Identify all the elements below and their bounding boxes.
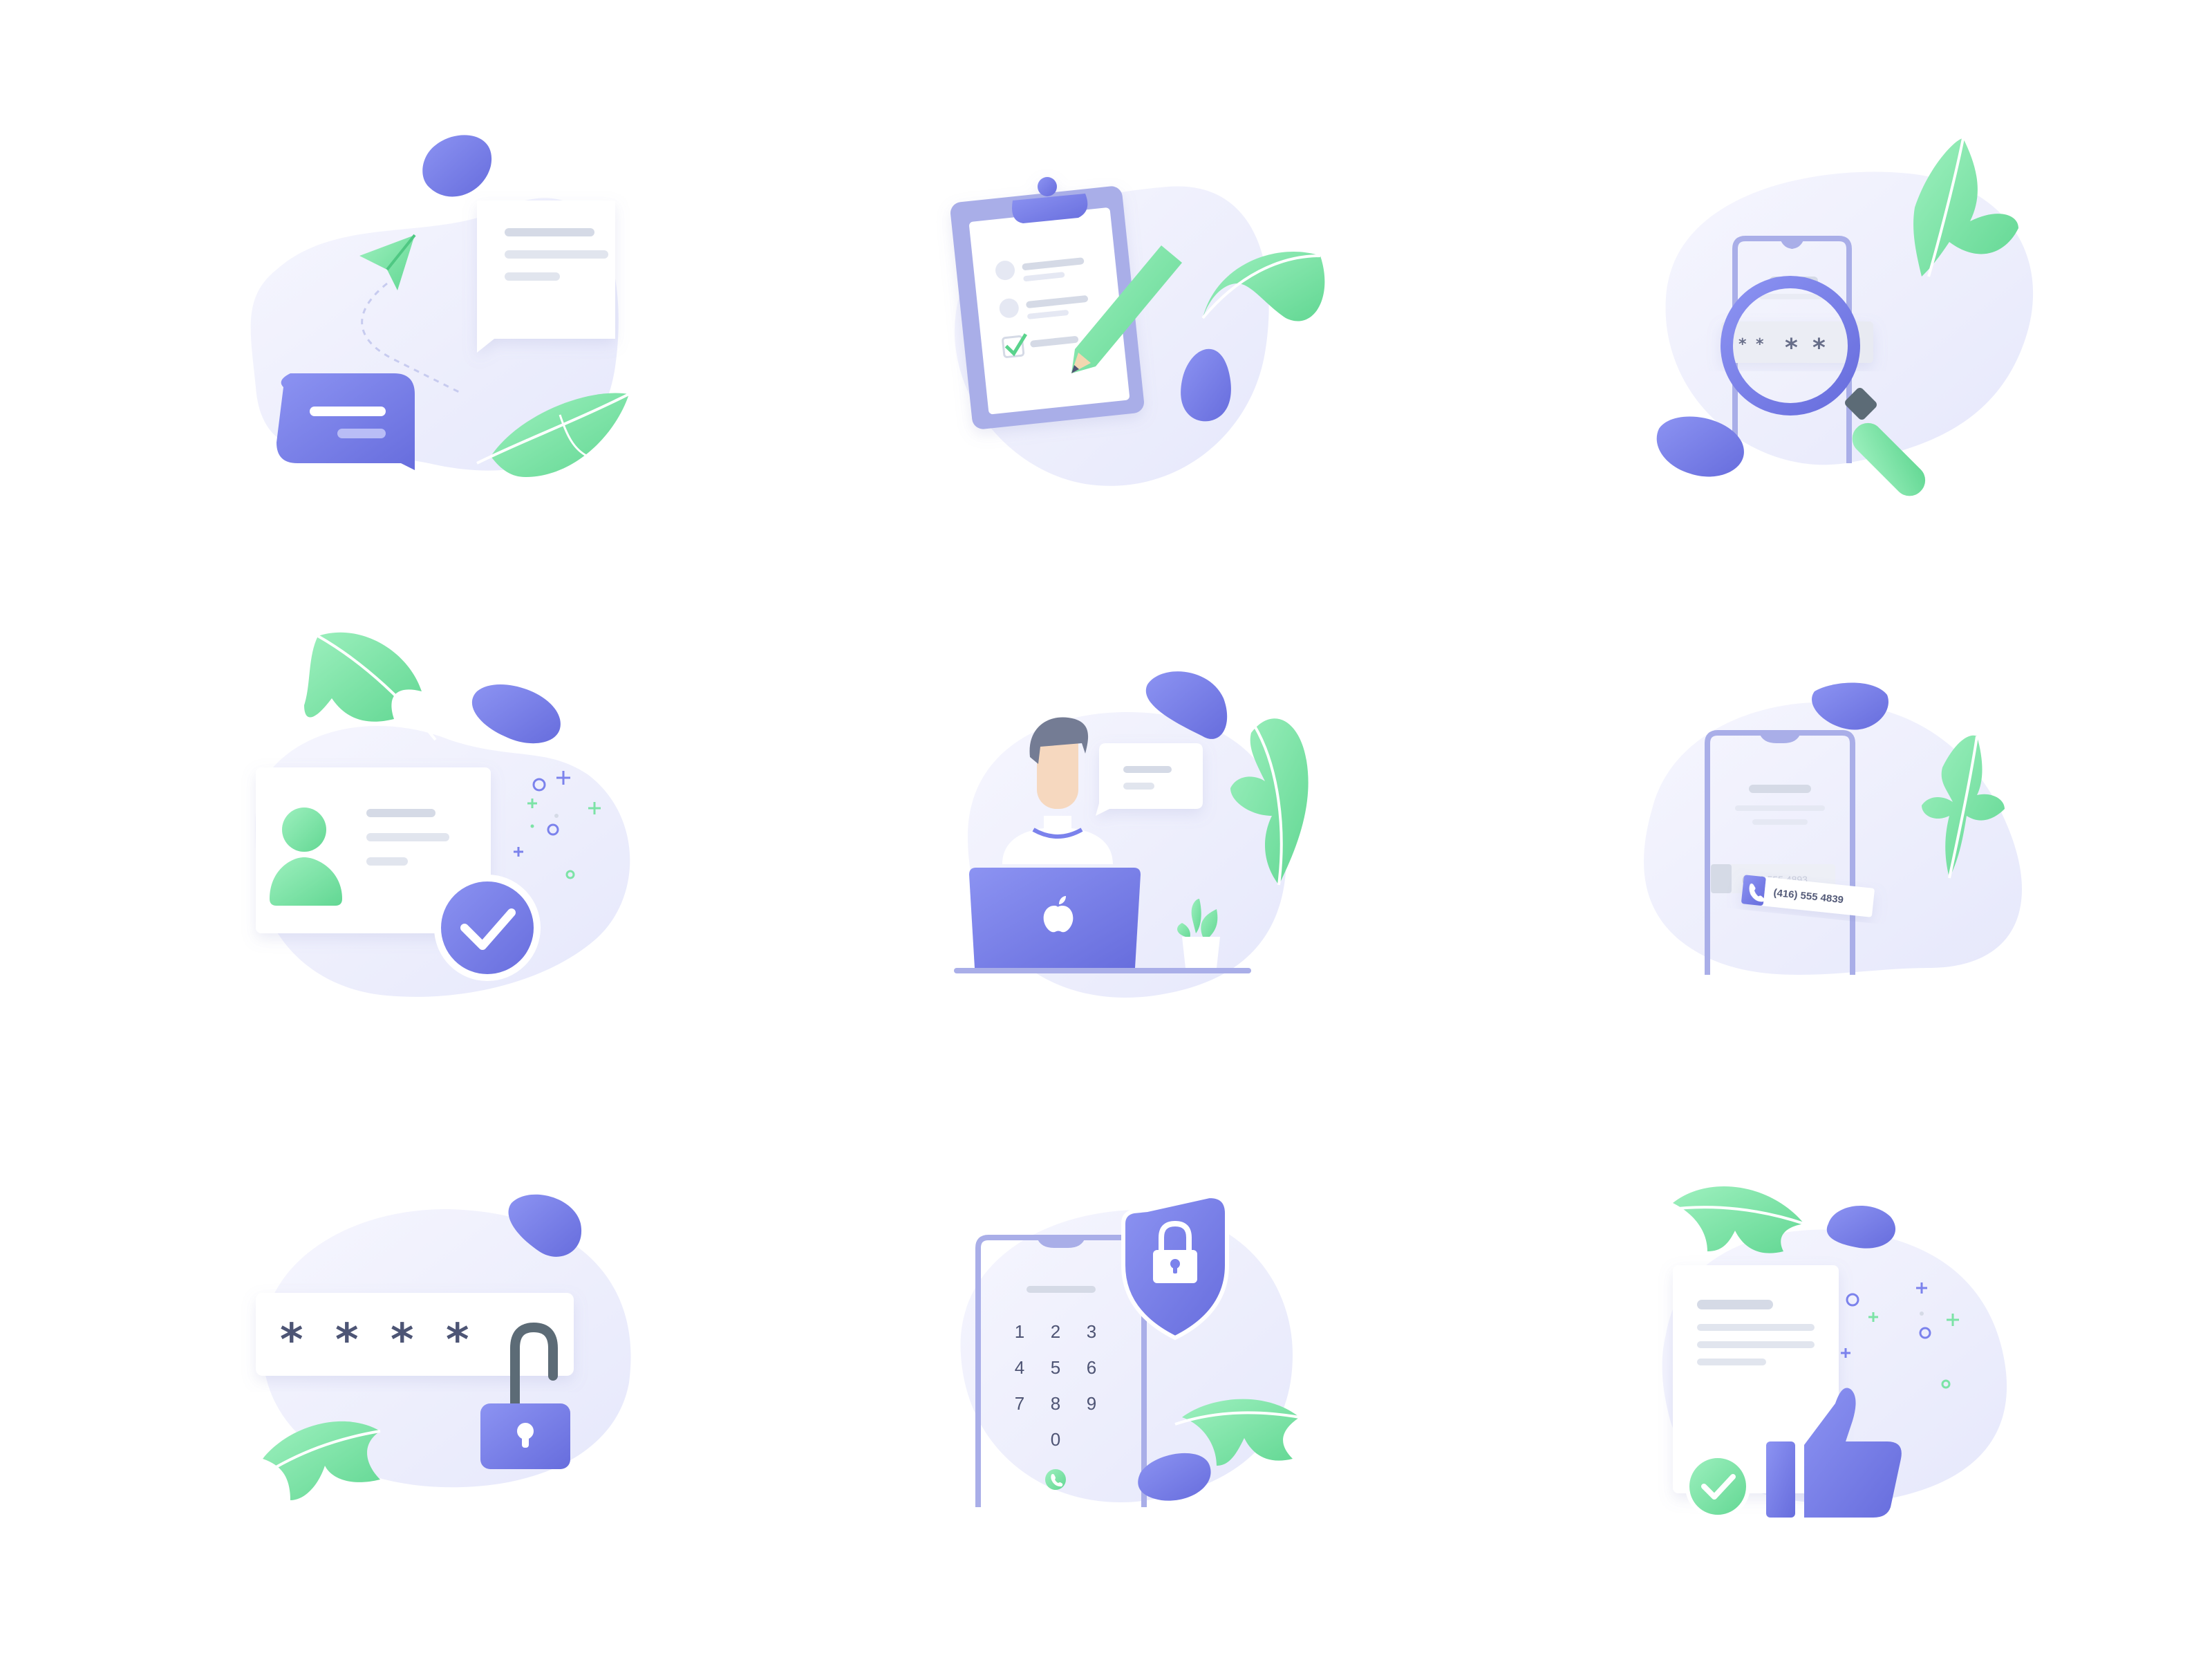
keypad-digit: 9 xyxy=(1087,1393,1096,1414)
purple-pebble xyxy=(471,684,561,744)
keypad-digit: 6 xyxy=(1087,1357,1096,1378)
call-button-icon xyxy=(1045,1469,1066,1490)
speech-bubble-icon xyxy=(1096,743,1203,816)
checklist-illustration xyxy=(950,177,1325,486)
password-asterisk: * xyxy=(446,1315,469,1366)
password-asterisk: * xyxy=(280,1315,303,1366)
phone-number-illustration: (416) 555 4893 (416) 555 4839 xyxy=(1644,682,2022,975)
keypad-digit: 7 xyxy=(1015,1393,1024,1414)
person-laptop-illustration xyxy=(954,671,1309,998)
password-field: * * * * xyxy=(256,1293,574,1376)
check-circle-icon xyxy=(1685,1454,1750,1519)
keypad-digit: 2 xyxy=(1051,1321,1060,1342)
password-asterisk: * xyxy=(335,1315,358,1366)
messaging-illustration xyxy=(250,135,630,477)
checkmark-badge-icon xyxy=(434,875,541,981)
leaf-icon xyxy=(254,1421,381,1500)
phone-security-illustration: 1 2 3 4 5 6 7 8 9 0 xyxy=(960,1193,1300,1507)
purple-pebble xyxy=(422,135,492,197)
keypad-digit: 5 xyxy=(1051,1357,1060,1378)
keypad-digit: 1 xyxy=(1015,1321,1024,1342)
keypad-digit: 0 xyxy=(1051,1429,1060,1450)
document-card xyxy=(477,200,615,353)
password-unlock-illustration: * * * * xyxy=(254,1194,631,1500)
leaf-icon xyxy=(304,632,437,741)
password-asterisk: * xyxy=(391,1315,413,1366)
password-search-illustration: * * * * xyxy=(1656,138,2034,496)
keypad-digit: 8 xyxy=(1051,1393,1060,1414)
profile-verified-illustration xyxy=(255,632,630,997)
document-approved-illustration xyxy=(1662,1186,2007,1519)
keypad-digit: 4 xyxy=(1015,1357,1024,1378)
keypad-digit: 3 xyxy=(1087,1321,1096,1342)
chat-bubble-icon xyxy=(276,373,415,470)
